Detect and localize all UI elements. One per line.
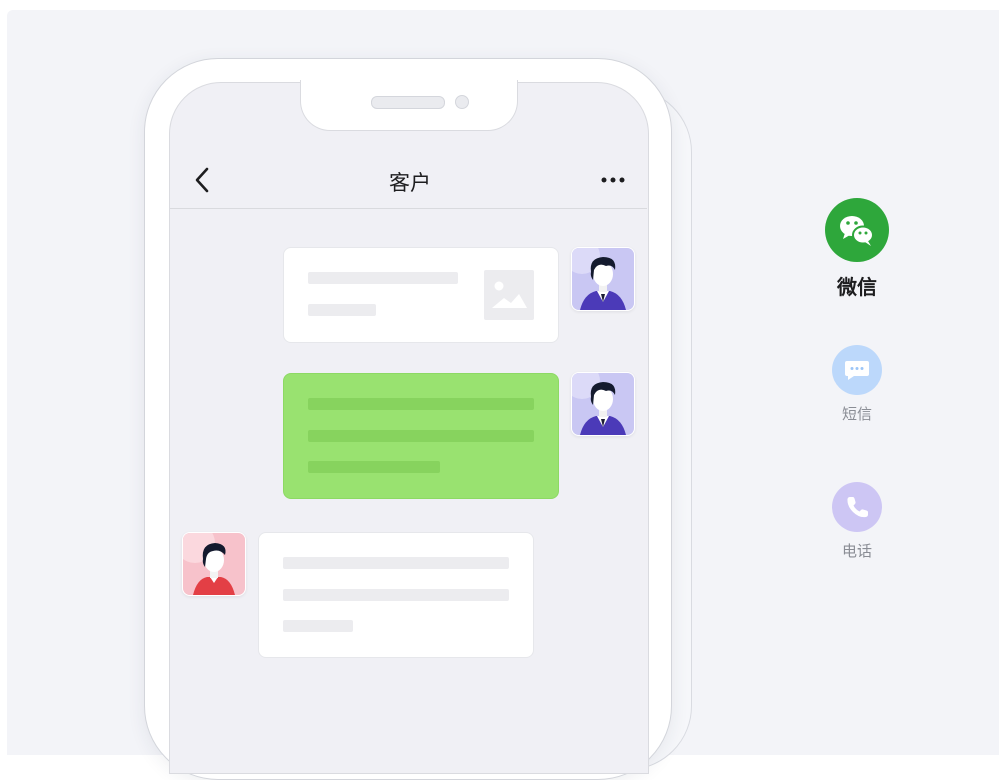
agent-avatar <box>571 247 635 311</box>
agent-avatar <box>571 372 635 436</box>
phone-speaker <box>371 96 445 109</box>
text-placeholder-line <box>308 461 440 473</box>
text-placeholder-line <box>308 272 458 284</box>
customer-avatar <box>182 532 246 596</box>
text-placeholder-line <box>283 557 509 569</box>
message-bubble-sent-highlighted[interactable] <box>283 373 559 499</box>
image-placeholder <box>484 270 534 320</box>
text-placeholder-line <box>283 620 353 632</box>
nav-divider <box>170 208 647 209</box>
channel-label-phone: 电话 <box>841 542 872 560</box>
channel-label-wechat: 微信 <box>837 275 877 299</box>
channel-label-sms: 短信 <box>841 405 872 423</box>
sms-icon <box>832 345 882 395</box>
text-placeholder-line <box>283 589 509 601</box>
message-bubble-sent[interactable] <box>283 247 559 343</box>
chat-title: 客户 <box>389 171 431 195</box>
text-placeholder-line <box>308 430 534 442</box>
phone-camera <box>455 95 469 109</box>
image-icon <box>492 281 527 308</box>
more-options-icon[interactable] <box>600 172 628 188</box>
text-placeholder-line <box>308 398 534 410</box>
back-arrow-icon[interactable] <box>191 166 215 194</box>
wechat-icon <box>825 198 889 262</box>
text-placeholder-line <box>308 304 376 316</box>
message-bubble-received[interactable] <box>258 532 534 658</box>
phone-icon <box>832 482 882 532</box>
